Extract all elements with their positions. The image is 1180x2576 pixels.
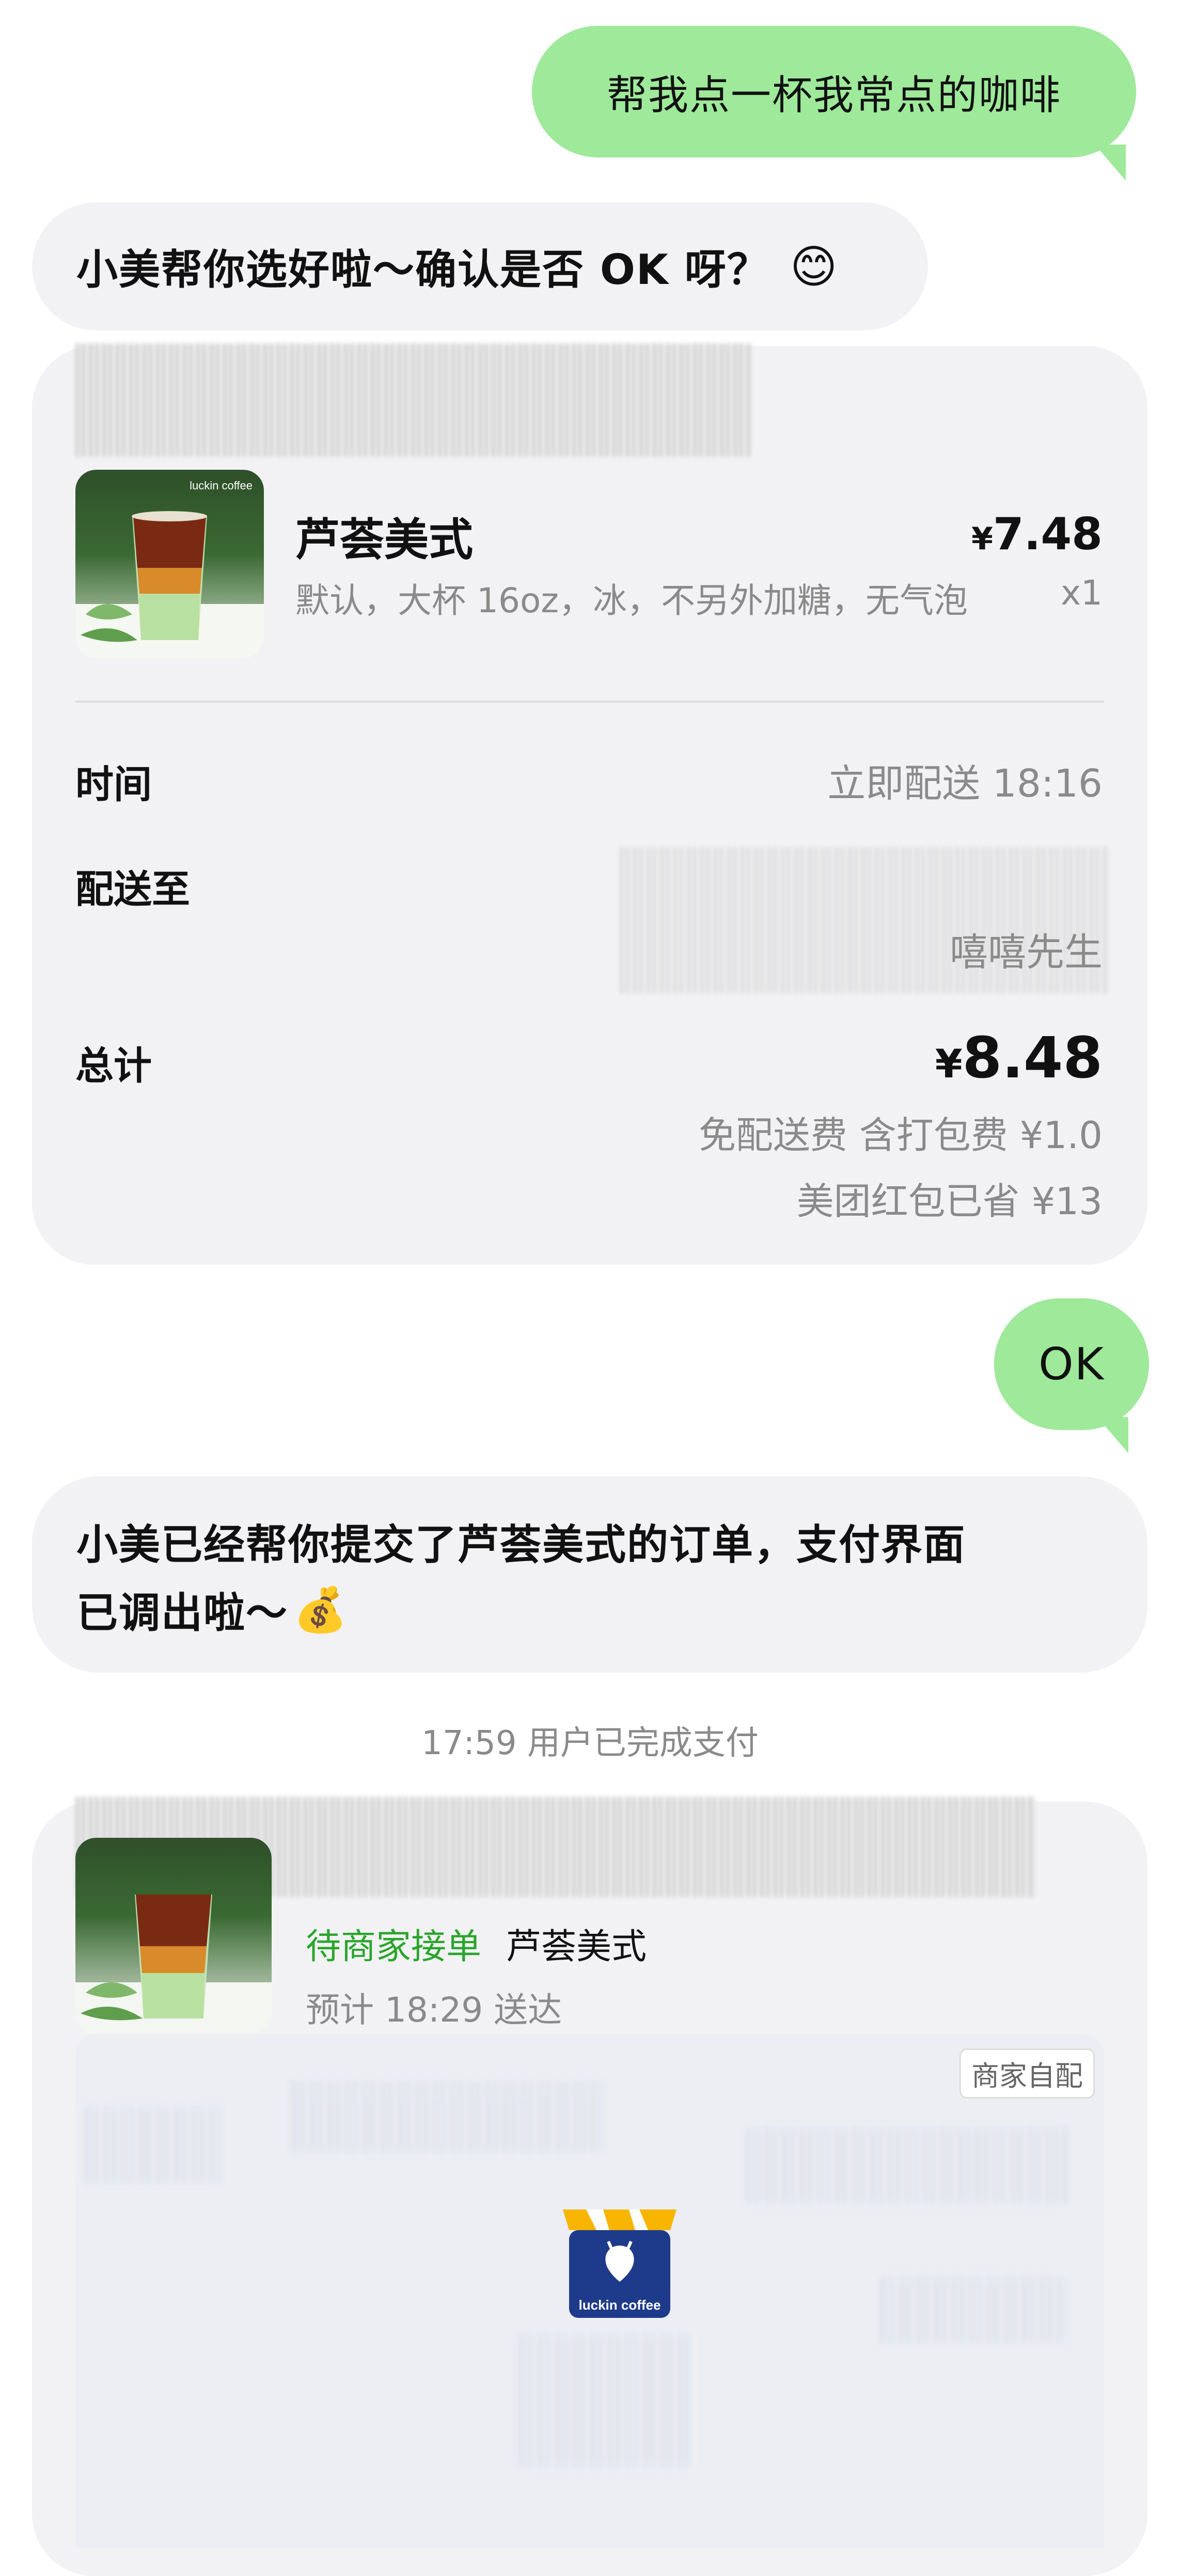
- map-blur-3: [747, 2127, 1067, 2204]
- status-line: 待商家接单 芦荟美式: [306, 1918, 647, 1969]
- bubble-tail: [1095, 145, 1126, 181]
- assistant-submitted-line2: 已调出啦～: [76, 1589, 288, 1637]
- order-status-text: 待商家接单: [306, 1927, 482, 1967]
- time-label: 时间: [75, 762, 152, 807]
- user-message-text: 帮我点一杯我常点的咖啡: [606, 72, 1061, 119]
- status-product-name: 芦荟美式: [506, 1927, 647, 1967]
- product-name: 芦荟美式: [295, 514, 473, 566]
- product-image-logo: luckin coffee: [190, 479, 253, 492]
- assistant-submitted-bubble: 小美已经帮你提交了芦荟美式的订单，支付界面 已调出啦～ 💰: [32, 1476, 1147, 1673]
- user-ok-bubble: OK: [994, 1298, 1149, 1430]
- bubble-tail: [1097, 1417, 1128, 1453]
- delivery-label: 配送至: [75, 867, 190, 912]
- status-coffee-cup-illustration: [75, 1895, 272, 2034]
- order-eta: 预计 18:29 送达: [306, 1990, 562, 2030]
- map-blur-1: [292, 2080, 602, 2153]
- total-label: 总计: [75, 1044, 152, 1088]
- payment-system-notice: 17:59 用户已完成支付: [421, 1724, 759, 1762]
- price-currency: ¥: [971, 521, 993, 557]
- store-logo-pin[interactable]: luckin coffee: [558, 2194, 682, 2328]
- map-blur-5: [520, 2333, 695, 2468]
- card-divider: [75, 701, 1104, 703]
- product-options: 默认，大杯 16oz，冰，不另外加糖，无气泡: [295, 581, 968, 621]
- fee-note: 免配送费 含打包费 ¥1.0: [698, 1114, 1103, 1157]
- product-image: luckin coffee: [75, 470, 264, 658]
- product-quantity: x1: [1060, 573, 1103, 613]
- discount-note: 美团红包已省 ¥13: [796, 1180, 1103, 1223]
- recipient-name[interactable]: 嘻嘻先生: [950, 921, 1103, 977]
- user-message-bubble: 帮我点一杯我常点的咖啡: [532, 26, 1136, 157]
- assistant-submitted-line2-row: 已调出啦～ 💰: [76, 1580, 349, 1640]
- assistant-message-text: 小美帮你选好啦～确认是否 OK 呀？: [76, 246, 769, 294]
- assistant-message-bubble: 小美帮你选好啦～确认是否 OK 呀？ 😊: [32, 202, 928, 330]
- money-bag-emoji-icon: 💰: [293, 1584, 349, 1635]
- delivery-type-tag: 商家自配: [959, 2048, 1095, 2098]
- map-blur-2: [86, 2106, 220, 2184]
- product-price: ¥ 7.48: [971, 508, 1103, 560]
- iced-coffee-cup-illustration: [75, 511, 264, 658]
- total-price: ¥ 8.48: [935, 1025, 1103, 1091]
- assistant-submitted-line1: 小美已经帮你提交了芦荟美式的订单，支付界面: [76, 1521, 966, 1569]
- user-ok-text: OK: [1038, 1338, 1105, 1390]
- status-product-image: [75, 1838, 272, 2034]
- total-currency: ¥: [935, 1041, 963, 1087]
- time-value[interactable]: 立即配送 18:16: [827, 753, 1103, 808]
- price-value: 7.48: [993, 508, 1103, 560]
- delivery-type-text: 商家自配: [971, 2060, 1083, 2092]
- store-logo-text: luckin coffee: [578, 2297, 661, 2313]
- smile-emoji-icon: 😊: [790, 240, 839, 293]
- map-blur-4: [881, 2277, 1067, 2344]
- total-value: 8.48: [962, 1025, 1103, 1091]
- store-name-redacted: [75, 343, 752, 457]
